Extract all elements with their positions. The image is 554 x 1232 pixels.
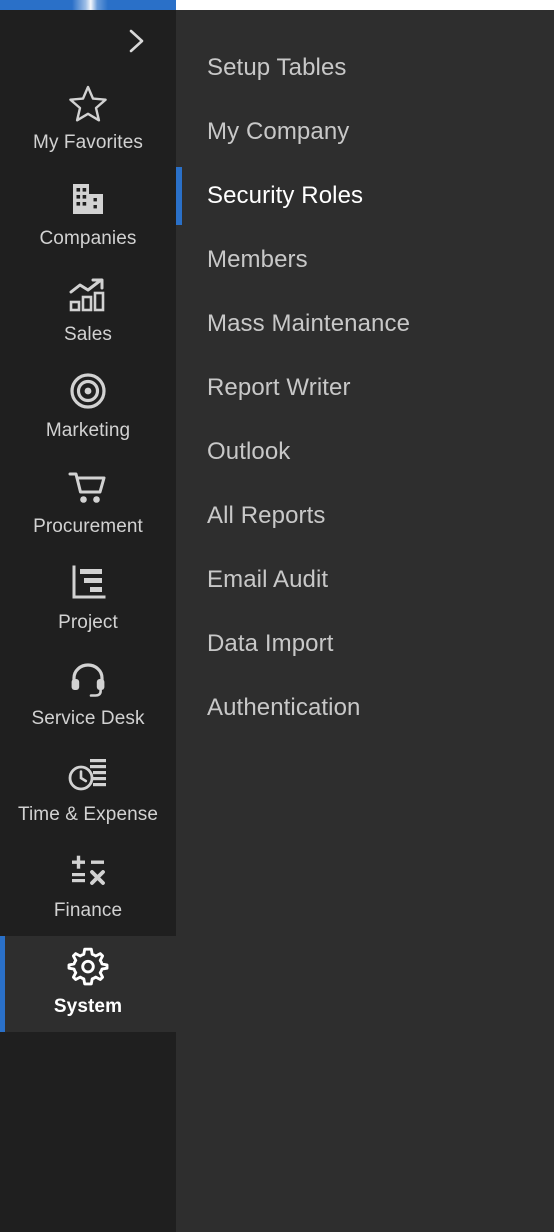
sidebar-item-my-favorites[interactable]: My Favorites [0,72,176,168]
submenu-item-outlook[interactable]: Outlook [176,420,554,484]
submenu-item-security-roles[interactable]: Security Roles [176,164,554,228]
submenu-item-label: Members [207,246,308,273]
sidebar-item-project[interactable]: Project [0,552,176,648]
sidebar-item-finance[interactable]: Finance [0,840,176,936]
sidebar-expand-button[interactable] [0,10,176,72]
submenu-item-report-writer[interactable]: Report Writer [176,356,554,420]
submenu-item-label: Outlook [207,438,291,465]
submenu-item-label: Report Writer [207,374,351,401]
sidebar-item-label: Time & Expense [17,804,159,825]
cart-icon [66,466,110,508]
sidebar-item-label: Project [58,612,118,633]
sidebar-item-service-desk[interactable]: Service Desk [0,648,176,744]
sidebar-item-marketing[interactable]: Marketing [0,360,176,456]
submenu-item-label: All Reports [207,502,326,529]
gantt-chart-icon [66,562,110,604]
submenu-item-label: Setup Tables [207,54,347,81]
buildings-icon [66,178,110,220]
primary-sidebar: My Favorites Companies Sales Marketing P… [0,10,176,1232]
sidebar-item-system[interactable]: System [0,936,176,1032]
sidebar-item-companies[interactable]: Companies [0,168,176,264]
submenu-item-label: Email Audit [207,566,329,593]
target-icon [66,370,110,412]
sidebar-item-label: System [53,996,123,1017]
headset-icon [66,658,110,700]
submenu-item-data-import[interactable]: Data Import [176,612,554,676]
submenu-item-my-company[interactable]: My Company [176,100,554,164]
submenu-item-label: Authentication [207,694,361,721]
clock-list-icon [66,754,110,796]
trending-bars-icon [66,274,110,316]
app-logo-glow [72,0,108,10]
sidebar-item-list: My Favorites Companies Sales Marketing P… [0,72,176,1032]
app-root: My Favorites Companies Sales Marketing P… [0,0,554,1232]
submenu-item-authentication[interactable]: Authentication [176,676,554,740]
sidebar-item-label: Sales [63,324,113,345]
sidebar-item-procurement[interactable]: Procurement [0,456,176,552]
sidebar-item-label: Finance [53,900,123,921]
sidebar-item-time-and-expense[interactable]: Time & Expense [0,744,176,840]
submenu-item-label: Security Roles [207,182,364,209]
submenu-item-all-reports[interactable]: All Reports [176,484,554,548]
star-icon [66,82,110,124]
sidebar-item-label: Service Desk [31,708,145,729]
sidebar-item-label: Marketing [45,420,131,441]
submenu-item-label: My Company [207,118,350,145]
submenu-item-label: Data Import [207,630,334,657]
sidebar-item-sales[interactable]: Sales [0,264,176,360]
submenu-item-list: Setup Tables My Company Security Roles M… [176,36,554,740]
submenu-item-setup-tables[interactable]: Setup Tables [176,36,554,100]
submenu-item-members[interactable]: Members [176,228,554,292]
top-bar [0,0,554,10]
sidebar-item-label: My Favorites [33,132,143,153]
submenu-item-mass-maintenance[interactable]: Mass Maintenance [176,292,554,356]
calculator-icon [66,850,110,892]
system-submenu-panel: Setup Tables My Company Security Roles M… [176,10,554,1232]
submenu-item-label: Mass Maintenance [207,310,411,337]
gear-icon [66,946,110,988]
sidebar-item-label: Procurement [33,516,143,537]
sidebar-item-label: Companies [39,228,137,249]
chevron-right-icon [124,26,150,56]
submenu-item-email-audit[interactable]: Email Audit [176,548,554,612]
